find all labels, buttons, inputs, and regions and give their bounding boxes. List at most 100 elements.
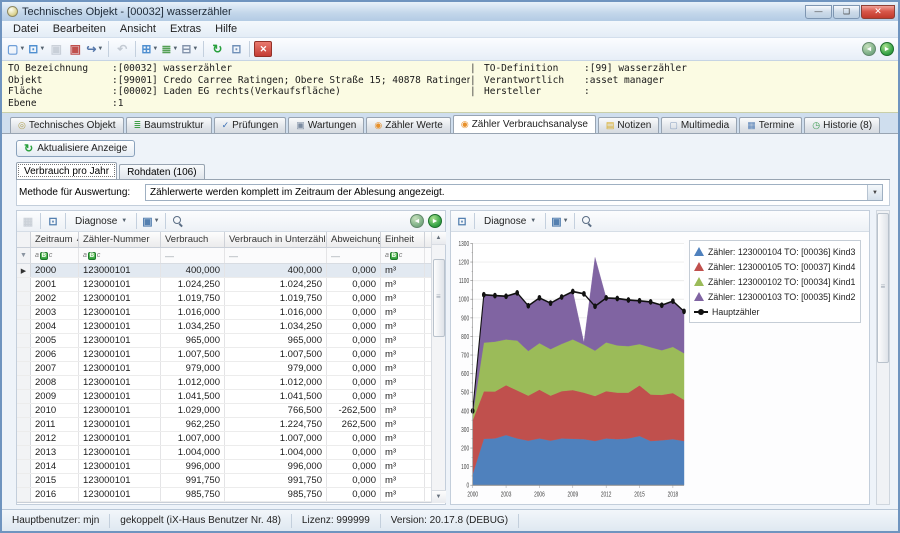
close-view-button[interactable]: ✕ xyxy=(254,41,272,57)
filter-cell-zeitraum[interactable]: aBc xyxy=(31,248,79,263)
table-row[interactable]: 20061230001011.007,5001.007,5000,000m³ xyxy=(17,348,431,362)
table-row[interactable]: 20041230001011.034,2501.034,2500,000m³ xyxy=(17,320,431,334)
tab-baumstruktur[interactable]: ≣Baumstruktur xyxy=(126,117,212,133)
close-button[interactable]: ✕ xyxy=(861,5,895,19)
detach-chart-button[interactable]: ⊡ xyxy=(454,213,470,229)
table-row[interactable]: 20011230001011.024,2501.024,2500,000m³ xyxy=(17,278,431,292)
cell-z-hler-nummer: 123000101 xyxy=(79,292,161,305)
combo-dropdown-icon[interactable]: ▼ xyxy=(867,185,882,200)
numeric-filter-icon: — xyxy=(229,251,238,261)
nav-back-button[interactable]: ◄ xyxy=(862,42,876,56)
cell-abweichung: 0,000 xyxy=(327,264,381,277)
meter-analysis-icon: ◉ xyxy=(461,120,469,129)
grid-next-button[interactable]: ► xyxy=(428,214,442,228)
cell-einheit: m³ xyxy=(381,432,425,445)
filter-cell-einheit[interactable]: aBc xyxy=(381,248,425,263)
cell-z-hler-nummer: 123000101 xyxy=(79,320,161,333)
cell-einheit: m³ xyxy=(381,348,425,361)
open-object-button[interactable]: ⊡▼ xyxy=(27,40,46,58)
tab-pr-fungen[interactable]: ✓Prüfungen xyxy=(214,117,287,133)
svg-text:300: 300 xyxy=(461,426,469,434)
chart-save-button[interactable]: ▣▼ xyxy=(550,213,569,229)
column-header-zeitraum[interactable]: Zeitraum▲ xyxy=(31,232,79,247)
new-document-button[interactable]: ▢▼ xyxy=(6,40,26,58)
filter-cell-verbrauch[interactable]: — xyxy=(161,248,225,263)
table-row[interactable]: 20021230001011.019,7501.019,7500,000m³ xyxy=(17,292,431,306)
grid-prev-button[interactable]: ◄ xyxy=(410,214,424,228)
column-header-abweichung[interactable]: Abweichung xyxy=(327,232,381,247)
chart-preview-button[interactable] xyxy=(579,213,595,229)
list-view-button[interactable]: ≣▼ xyxy=(160,40,179,58)
table-row[interactable]: 20091230001011.041,5001.041,5000,000m³ xyxy=(17,390,431,404)
print-button[interactable]: ⊟▼ xyxy=(180,40,199,58)
refresh-display-button[interactable]: ↻ Aktualisiere Anzeige xyxy=(16,140,135,157)
tab-wartungen[interactable]: ▣Wartungen xyxy=(288,117,364,133)
tab-historie-8-[interactable]: ◷Historie (8) xyxy=(804,117,880,133)
tab-z-hler-verbrauchsanalyse[interactable]: ◉Zähler Verbrauchsanalyse xyxy=(453,115,596,133)
filter-cell-z-hler-nummer[interactable]: aBc xyxy=(79,248,161,263)
table-row[interactable]: 20121230001011.007,0001.007,0000,000m³ xyxy=(17,432,431,446)
subtab-rohdaten-106-[interactable]: Rohdaten (106) xyxy=(119,164,205,179)
legend-item: Zähler: 123000105 TO: [00037] Kind4 xyxy=(694,259,856,274)
refresh-icon-button[interactable]: ↻ xyxy=(208,40,226,58)
clipboard-check-icon: ✓ xyxy=(222,121,230,130)
column-header-verbrauch-in-unterz-hlern[interactable]: Verbrauch in Unterzählern xyxy=(225,232,327,247)
save-view-button[interactable]: ▣▼ xyxy=(141,213,160,229)
page-vertical-scrollbar[interactable] xyxy=(876,210,890,505)
tab-termine[interactable]: ▦Termine xyxy=(739,117,802,133)
menu-item-bearbeiten[interactable]: Bearbeiten xyxy=(46,22,113,36)
cell-abweichung: 0,000 xyxy=(327,432,381,445)
table-row[interactable]: 2011123000101962,2501.224,750262,500m³ xyxy=(17,418,431,432)
table-row[interactable]: 20131230001011.004,0001.004,0000,000m³ xyxy=(17,446,431,460)
table-row[interactable]: 20101230001011.029,000766,500-262,500m³ xyxy=(17,404,431,418)
tab-z-hler-werte[interactable]: ◉Zähler Werte xyxy=(366,117,450,133)
table-row[interactable]: 20031230001011.016,0001.016,0000,000m³ xyxy=(17,306,431,320)
export-button[interactable]: ↪▼ xyxy=(85,40,104,58)
table-row[interactable]: 2005123000101965,000965,0000,000m³ xyxy=(17,334,431,348)
menu-item-extras[interactable]: Extras xyxy=(163,22,208,36)
table-row[interactable]: 2014123000101996,000996,0000,000m³ xyxy=(17,460,431,474)
menu-item-hilfe[interactable]: Hilfe xyxy=(208,22,244,36)
table-row[interactable]: 2007123000101979,000979,0000,000m³ xyxy=(17,362,431,376)
method-combobox[interactable]: Zählerwerte werden komplett im Zeitraum … xyxy=(145,184,883,201)
method-row: Methode für Auswertung: Zählerwerte werd… xyxy=(16,180,890,206)
title-bar[interactable]: Technisches Objekt - [00032] wasserzähle… xyxy=(2,2,898,21)
cell-verbrauch: 1.024,250 xyxy=(161,278,225,291)
tab-technisches-objekt[interactable]: ◎Technisches Objekt xyxy=(10,117,124,133)
diagnose-button[interactable]: Diagnose▼ xyxy=(70,213,132,229)
filter-cell-verbrauch-in-unterz-hlern[interactable]: — xyxy=(225,248,327,263)
grid-scroll-thumb[interactable] xyxy=(433,259,445,337)
detach-grid-button[interactable]: ⊡ xyxy=(45,213,61,229)
maximize-button[interactable]: ❑ xyxy=(833,5,860,19)
grid-vertical-scrollbar[interactable]: ▲ ▼ xyxy=(431,232,445,503)
scroll-up-icon[interactable]: ▲ xyxy=(432,232,446,245)
tab-notizen[interactable]: ▤Notizen xyxy=(598,117,659,133)
cell-z-hler-nummer: 123000101 xyxy=(79,488,161,501)
minimize-button[interactable]: — xyxy=(805,5,832,19)
method-label: Methode für Auswertung: xyxy=(19,187,137,198)
page-scroll-thumb[interactable] xyxy=(877,213,889,363)
detach-window-button[interactable]: ⊡ xyxy=(227,40,245,58)
column-header-einheit[interactable]: Einheit xyxy=(381,232,425,247)
chart-diagnose-button[interactable]: Diagnose▼ xyxy=(479,213,541,229)
table-row[interactable]: ▶2000123000101400,000400,0000,000m³ xyxy=(17,264,431,278)
print-preview-button[interactable] xyxy=(170,213,186,229)
table-row[interactable]: 2015123000101991,750991,7500,000m³ xyxy=(17,474,431,488)
column-header-z-hler-nummer[interactable]: Zähler-Nummer xyxy=(79,232,161,247)
menu-item-datei[interactable]: Datei xyxy=(6,22,46,36)
subtab-verbrauch-pro-jahr[interactable]: Verbrauch pro Jahr xyxy=(16,162,117,179)
table-row[interactable]: 20081230001011.012,0001.012,0000,000m³ xyxy=(17,376,431,390)
info-row: Objekt: [99001] Credo Carree Ratingen; O… xyxy=(8,75,470,87)
import-button[interactable]: ▣ xyxy=(66,40,84,58)
scroll-down-icon[interactable]: ▼ xyxy=(432,490,446,503)
table-row[interactable]: 2016123000101985,750985,7500,000m³ xyxy=(17,488,431,502)
cell-abweichung: 0,000 xyxy=(327,474,381,487)
column-header-label: Verbrauch xyxy=(165,234,208,245)
column-header-verbrauch[interactable]: Verbrauch xyxy=(161,232,225,247)
menu-item-ansicht[interactable]: Ansicht xyxy=(113,22,163,36)
filter-cell-abweichung[interactable]: — xyxy=(327,248,381,263)
window-view-button[interactable]: ⊞▼ xyxy=(140,40,159,58)
svg-text:900: 900 xyxy=(461,314,469,322)
tab-multimedia[interactable]: ▢Multimedia xyxy=(661,117,737,133)
nav-forward-button[interactable]: ► xyxy=(880,42,894,56)
